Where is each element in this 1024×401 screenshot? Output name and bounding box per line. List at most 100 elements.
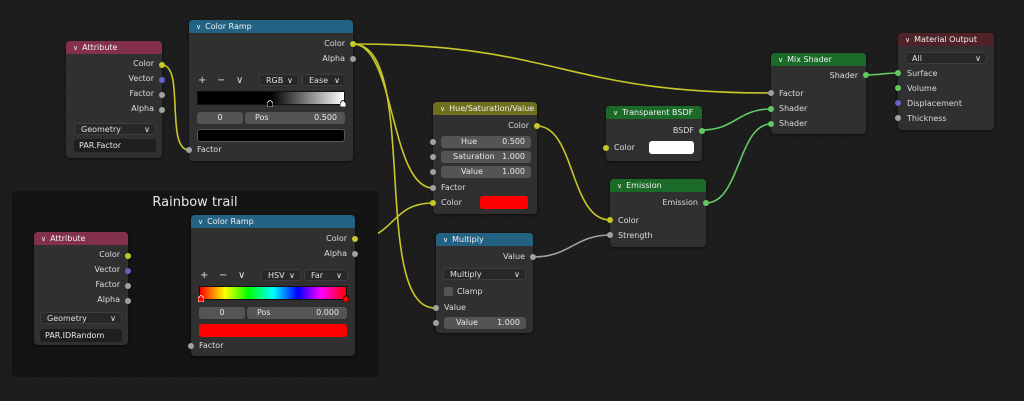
color-output-socket[interactable]: [159, 62, 165, 68]
add-stop-button[interactable]: +: [198, 75, 206, 87]
operation-dropdown[interactable]: Multiply ∨: [443, 268, 526, 280]
factor-input-socket[interactable]: [430, 185, 436, 191]
color-swatch[interactable]: [649, 141, 694, 154]
color-input-socket[interactable]: [430, 200, 436, 206]
chevron-down-icon[interactable]: ∨: [617, 180, 622, 193]
interpolation-dropdown[interactable]: Ease ∨: [302, 74, 346, 86]
saturation-field[interactable]: Saturation 1.000: [441, 151, 531, 163]
value-input-socket-2[interactable]: [433, 320, 439, 326]
alpha-output-socket[interactable]: [352, 251, 358, 257]
factor-output-socket[interactable]: [125, 283, 131, 289]
volume-input-socket[interactable]: [895, 85, 901, 91]
color-output-socket[interactable]: [352, 236, 358, 242]
value-output-socket[interactable]: [530, 254, 536, 260]
stop-position-field[interactable]: Pos 0.000: [247, 307, 347, 319]
factor-input-socket[interactable]: [768, 90, 774, 96]
chevron-down-icon[interactable]: ∨: [905, 34, 910, 47]
node-header[interactable]: ∨ Color Ramp: [191, 215, 355, 228]
hue-saturation-value-node[interactable]: ∨ Hue/Saturation/Value Color Hue 0.500 Sa…: [430, 102, 540, 214]
chevron-down-icon[interactable]: ∨: [196, 21, 201, 34]
stop-index-field[interactable]: 0: [197, 112, 243, 124]
strength-input-socket[interactable]: [607, 232, 613, 238]
bsdf-output-socket[interactable]: [699, 128, 705, 134]
emission-node[interactable]: ∨ Emission Emission Color Strength: [607, 179, 709, 247]
remove-stop-button[interactable]: −: [217, 75, 225, 87]
node-header[interactable]: ∨ Material Output: [898, 33, 994, 46]
clamp-checkbox[interactable]: [444, 287, 453, 296]
attribute-node-1[interactable]: ∨ Attribute Color Vector Factor Alpha Geo…: [66, 41, 165, 158]
shader-output-socket[interactable]: [863, 72, 869, 78]
color-output-socket[interactable]: [125, 253, 131, 259]
hue-input-socket[interactable]: [430, 139, 436, 145]
ramp-menu-button[interactable]: ∨: [238, 270, 245, 282]
color-ramp-node-1[interactable]: ∨ Color Ramp Color Alpha + − ∨ RGB ∨ Ease ∨…: [186, 20, 356, 161]
node-header[interactable]: ∨ Multiply: [436, 233, 533, 246]
mix-shader-node[interactable]: ∨ Mix Shader Shader Factor Shader Shader: [768, 53, 869, 134]
ramp-stop-handle[interactable]: [343, 295, 349, 302]
vector-output-socket[interactable]: [159, 77, 165, 83]
ramp-stop-handle[interactable]: [198, 295, 204, 302]
emission-output-socket[interactable]: [703, 200, 709, 206]
chevron-down-icon[interactable]: ∨: [613, 107, 618, 120]
thickness-input-socket[interactable]: [895, 115, 901, 121]
color-output-socket[interactable]: [534, 123, 540, 129]
remove-stop-button[interactable]: −: [219, 270, 227, 282]
ramp-stop-handle[interactable]: [340, 100, 346, 107]
ramp-menu-button[interactable]: ∨: [236, 75, 243, 87]
stop-index-field[interactable]: 0: [199, 307, 245, 319]
value-input-socket[interactable]: [430, 169, 436, 175]
stop-position-field[interactable]: Pos 0.500: [245, 112, 345, 124]
value-input-socket[interactable]: [433, 305, 439, 311]
alpha-output-socket[interactable]: [125, 298, 131, 304]
hue-field[interactable]: Hue 0.500: [441, 136, 531, 148]
alpha-output-socket[interactable]: [159, 107, 165, 113]
chevron-down-icon[interactable]: ∨: [440, 103, 445, 116]
saturation-input-socket[interactable]: [430, 154, 436, 160]
shader-input-socket-1[interactable]: [768, 106, 774, 112]
add-stop-button[interactable]: +: [200, 270, 208, 282]
displacement-input-socket[interactable]: [895, 100, 901, 106]
color-mode-dropdown[interactable]: HSV ∨: [261, 269, 301, 281]
chevron-down-icon[interactable]: ∨: [73, 42, 78, 55]
color-input-socket[interactable]: [607, 217, 613, 223]
attribute-name-field[interactable]: PAR.Factor: [74, 139, 156, 152]
node-header[interactable]: ∨ Attribute: [66, 41, 162, 54]
chevron-down-icon[interactable]: ∨: [443, 234, 448, 247]
value-field[interactable]: Value 1.000: [441, 166, 531, 178]
color-output-socket[interactable]: [350, 41, 356, 47]
shader-input-socket-2[interactable]: [768, 121, 774, 127]
ramp-stop-handle[interactable]: [267, 100, 273, 107]
interpolation-dropdown[interactable]: Far ∨: [304, 269, 348, 281]
node-header[interactable]: ∨ Transparent BSDF: [606, 106, 702, 119]
target-dropdown[interactable]: All ∨: [905, 52, 987, 64]
color-mode-dropdown[interactable]: RGB ∨: [259, 74, 299, 86]
multiply-math-node[interactable]: ∨ Multiply Value Multiply ∨ Clamp Value Va…: [433, 233, 536, 333]
attribute-name-field[interactable]: PAR.IDRandom: [40, 329, 122, 342]
factor-input-socket[interactable]: [188, 343, 194, 349]
factor-output-socket[interactable]: [159, 92, 165, 98]
node-header[interactable]: ∨ Mix Shader: [771, 53, 866, 66]
factor-input-socket[interactable]: [186, 147, 192, 153]
vector-output-socket[interactable]: [125, 268, 131, 274]
node-header[interactable]: ∨ Hue/Saturation/Value: [433, 102, 537, 115]
attribute-type-dropdown[interactable]: Geometry ∨: [74, 123, 156, 135]
chevron-down-icon[interactable]: ∨: [198, 216, 203, 229]
attribute-type-dropdown[interactable]: Geometry ∨: [40, 312, 122, 324]
value-field[interactable]: Value 1.000: [444, 317, 526, 329]
material-output-node[interactable]: ∨ Material Output All ∨ Surface Volume Dis…: [895, 33, 994, 130]
chevron-down-icon[interactable]: ∨: [41, 233, 46, 246]
chevron-down-icon[interactable]: ∨: [778, 54, 783, 67]
transparent-bsdf-node[interactable]: ∨ Transparent BSDF BSDF Color: [603, 106, 705, 161]
color-input-socket[interactable]: [603, 145, 609, 151]
node-header[interactable]: ∨ Attribute: [34, 232, 128, 245]
node-header[interactable]: ∨ Emission: [610, 179, 706, 192]
stop-color-swatch[interactable]: [197, 129, 345, 142]
color-ramp-node-2[interactable]: ∨ Color Ramp Color Alpha + − ∨ HSV ∨ Far ∨ …: [188, 215, 358, 356]
node-header[interactable]: ∨ Color Ramp: [189, 20, 353, 33]
color-swatch[interactable]: [480, 196, 528, 209]
alpha-output-socket[interactable]: [350, 56, 356, 62]
stop-color-swatch[interactable]: [199, 324, 347, 337]
attribute-node-2[interactable]: ∨ Attribute Color Vector Factor Alpha Geo…: [34, 232, 131, 345]
color-ramp-gradient[interactable]: [199, 286, 347, 300]
surface-input-socket[interactable]: [895, 70, 901, 76]
